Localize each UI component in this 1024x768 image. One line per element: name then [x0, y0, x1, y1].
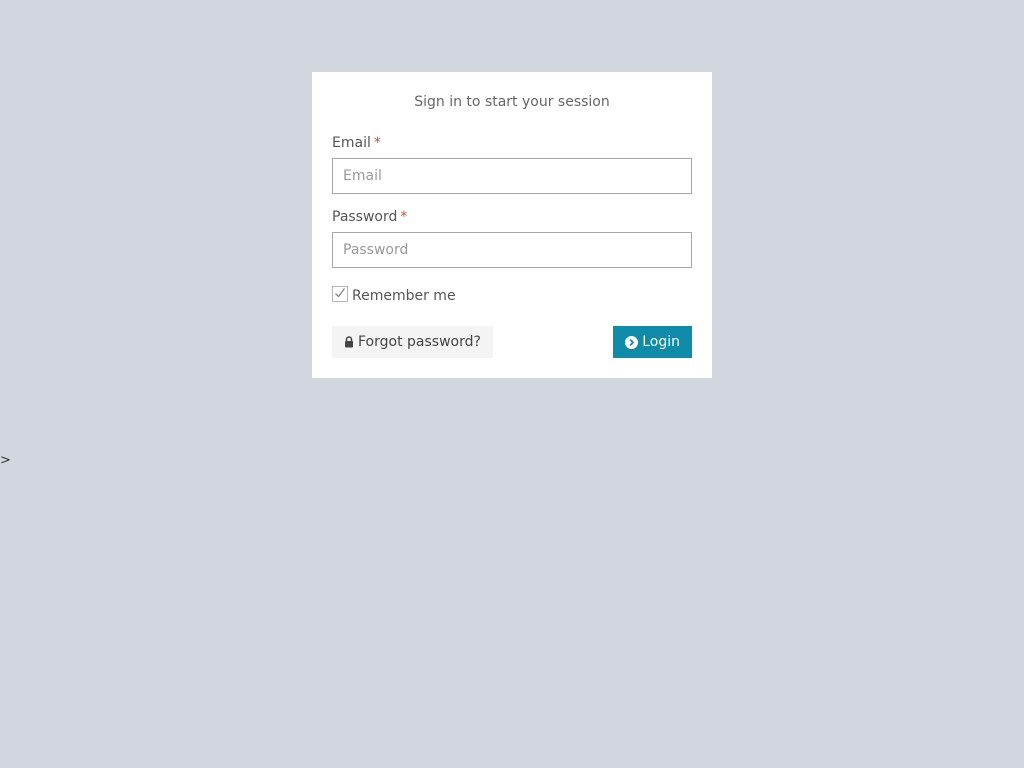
remember-me-label: Remember me	[352, 288, 456, 304]
password-label-text: Password	[332, 209, 398, 225]
login-button-label: Login	[642, 334, 680, 350]
stray-text: >	[0, 453, 11, 468]
email-required-mark: *	[373, 135, 381, 151]
email-label-text: Email	[332, 135, 371, 151]
login-button[interactable]: Login	[613, 326, 692, 358]
login-box: Sign in to start your session Email* Pas…	[312, 72, 712, 378]
remember-me-row: Remember me	[332, 286, 692, 306]
lock-icon	[344, 336, 354, 348]
email-label: Email *	[332, 134, 692, 152]
forgot-password-button[interactable]: Forgot password?	[332, 326, 493, 358]
login-actions: Forgot password? Login	[332, 326, 692, 358]
password-required-mark: *	[400, 209, 408, 225]
email-group: Email *	[332, 134, 692, 194]
remember-me-checkbox[interactable]	[332, 286, 348, 302]
password-label: Password *	[332, 208, 692, 226]
forgot-password-label: Forgot password?	[358, 334, 481, 350]
password-group: Password *	[332, 208, 692, 268]
checkmark-icon	[335, 288, 346, 298]
password-input[interactable]	[332, 232, 692, 268]
circle-arrow-right-icon	[625, 335, 639, 349]
login-box-message: Sign in to start your session	[414, 94, 610, 110]
email-input[interactable]	[332, 158, 692, 194]
